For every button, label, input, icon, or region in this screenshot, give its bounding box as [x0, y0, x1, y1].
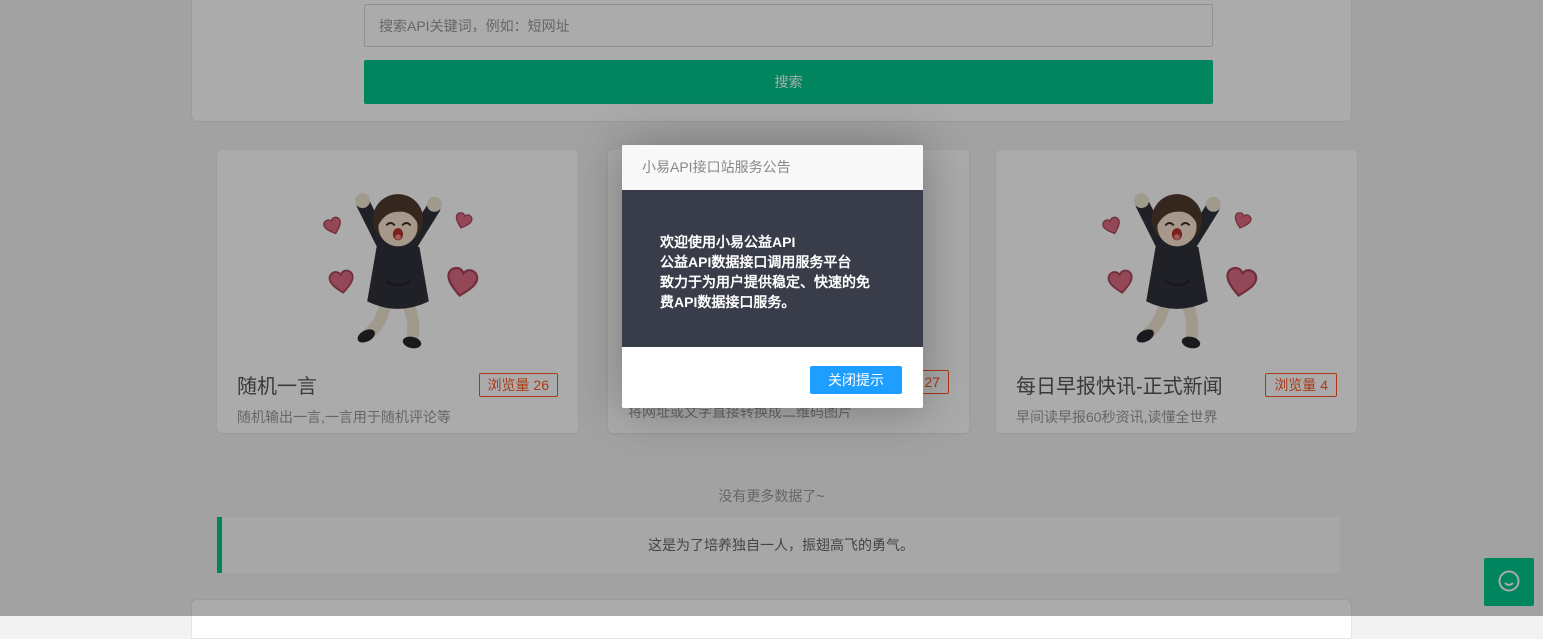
modal-body-line: 致力于为用户提供稳定、快速的免: [660, 274, 870, 290]
modal-body-line: 费API数据接口服务。: [660, 294, 796, 310]
modal-footer: 关闭提示: [622, 347, 923, 408]
announcement-modal: 小易API接口站服务公告 欢迎使用小易公益API 公益API数据接口调用服务平台…: [622, 145, 923, 408]
modal-body-line: 公益API数据接口调用服务平台: [660, 254, 852, 270]
modal-body-line: 欢迎使用小易公益API: [660, 234, 796, 250]
modal-title: 小易API接口站服务公告: [622, 145, 923, 190]
close-notice-button[interactable]: 关闭提示: [810, 366, 902, 394]
modal-body: 欢迎使用小易公益API 公益API数据接口调用服务平台 致力于为用户提供稳定、快…: [622, 190, 923, 347]
